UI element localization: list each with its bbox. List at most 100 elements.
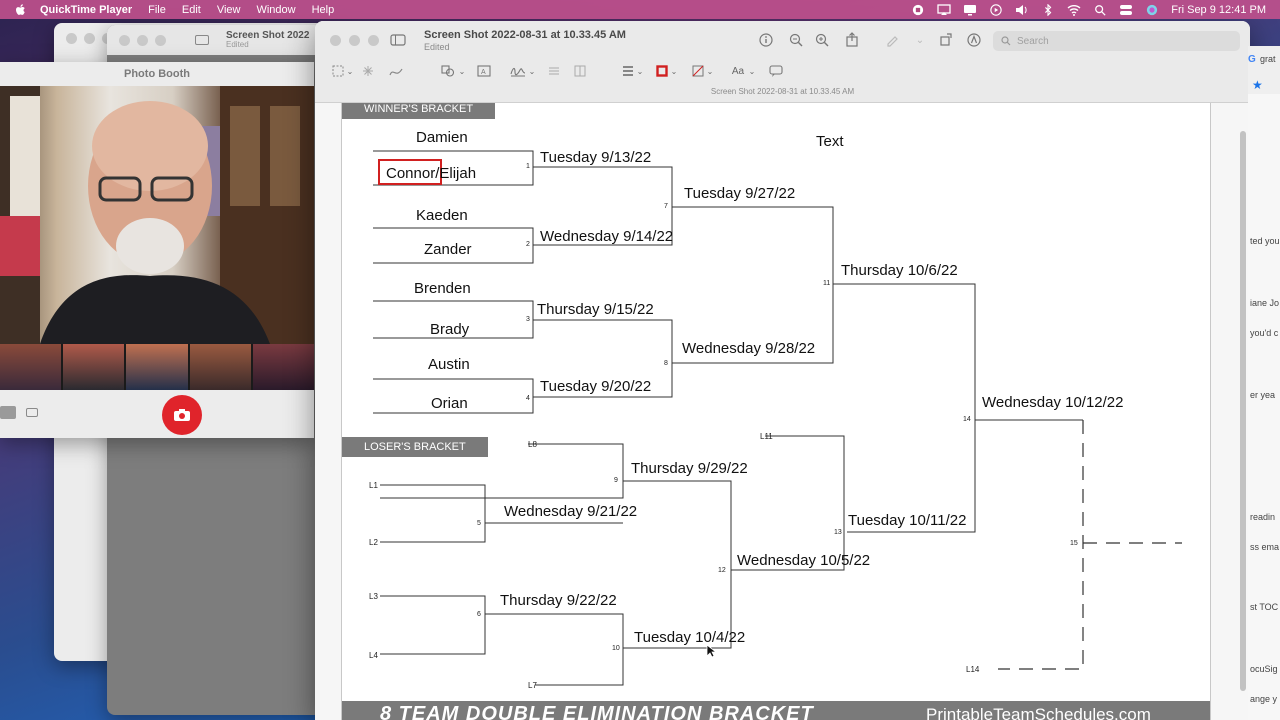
camera-shutter-button[interactable] — [162, 395, 202, 435]
photo-booth-title: Photo Booth — [124, 68, 190, 80]
preview-toolbar: Screen Shot 2022-08-31 at 10.33.45 AM Ed… — [315, 21, 1250, 103]
thumbnail[interactable] — [63, 344, 125, 390]
team-name: Kaeden — [416, 207, 468, 224]
background-window-subtitle: Edited — [226, 40, 249, 49]
chevron-down-icon[interactable]: ⌄ — [665, 63, 683, 79]
preview-window-subtitle: Edited — [424, 42, 450, 52]
share-icon[interactable] — [843, 31, 861, 47]
play-circle-icon[interactable] — [989, 3, 1003, 16]
google-icon: G — [1248, 54, 1256, 65]
game-date: Tuesday 9/20/22 — [540, 378, 652, 395]
game-number: 15 — [1070, 540, 1078, 547]
display-icon[interactable] — [963, 4, 977, 16]
wifi-icon[interactable] — [1067, 4, 1081, 16]
apple-icon[interactable] — [14, 3, 28, 17]
close-button[interactable] — [330, 35, 341, 46]
photo-booth-controls — [0, 390, 314, 438]
game-number: 2 — [526, 241, 530, 248]
loser-label: L1 — [369, 481, 378, 490]
menu-view[interactable]: View — [217, 4, 241, 16]
game-number: 14 — [963, 416, 971, 423]
chevron-down-icon[interactable]: ⌄ — [523, 63, 541, 79]
search-icon — [1001, 36, 1011, 46]
chevron-down-icon[interactable]: ⌄ — [631, 63, 649, 79]
loser-label: L3 — [369, 592, 378, 601]
game-date: Thursday 9/15/22 — [537, 301, 654, 318]
text-annotation[interactable]: Text — [816, 133, 844, 150]
winners-bracket-label: WINNER'S BRACKET — [342, 103, 496, 119]
game-date: Thursday 9/29/22 — [631, 460, 748, 477]
document-canvas: WINNER'S BRACKET LOSER'S BRACKET Text Da… — [315, 103, 1250, 720]
chevron-down-icon[interactable]: ⌄ — [701, 63, 719, 79]
thumbnail[interactable] — [189, 344, 251, 390]
game-number: 9 — [614, 477, 618, 484]
email-fragment: readin — [1250, 512, 1276, 522]
zoom-in-icon[interactable] — [813, 32, 831, 48]
text-box-icon[interactable]: A — [475, 63, 493, 79]
menu-window[interactable]: Window — [256, 4, 295, 16]
team-name: Zander — [424, 241, 472, 258]
screen-mirroring-icon[interactable] — [937, 3, 951, 16]
annotate-icon[interactable] — [767, 63, 785, 79]
zoom-out-icon[interactable] — [787, 32, 805, 48]
instant-alpha-icon[interactable] — [359, 63, 377, 79]
photo-mode-icon[interactable] — [0, 406, 16, 419]
spotlight-search-icon[interactable] — [1093, 4, 1107, 16]
loser-label: L4 — [369, 651, 378, 660]
menu-file[interactable]: File — [148, 4, 166, 16]
game-number: 5 — [477, 520, 481, 527]
side-browser-window: G grat ★ ted you iane Jo you'd c er yea … — [1248, 46, 1280, 720]
tab-title-fragment[interactable]: grat — [1260, 54, 1276, 64]
zoom-button[interactable] — [368, 35, 379, 46]
search-field[interactable]: Search — [993, 31, 1240, 51]
email-fragment: st TOC — [1250, 602, 1279, 612]
sketch-icon[interactable] — [387, 63, 405, 79]
menubar-datetime[interactable]: Fri Sep 9 12:41 PM — [1171, 4, 1266, 16]
email-fragment: ocuSig — [1250, 664, 1278, 674]
game-date: Thursday 10/6/22 — [841, 262, 958, 279]
chevron-down-icon[interactable]: ⌄ — [743, 63, 761, 79]
menu-help[interactable]: Help — [312, 4, 335, 16]
bracket-footer-title: 8 TEAM DOUBLE ELIMINATION BRACKET — [380, 703, 814, 720]
chevron-down-icon[interactable]: ⌄ — [341, 63, 359, 79]
chevron-down-icon[interactable]: ⌄ — [453, 63, 471, 79]
star-icon[interactable]: ★ — [1252, 78, 1263, 92]
menu-edit[interactable]: Edit — [182, 4, 201, 16]
info-icon[interactable] — [757, 32, 775, 48]
adjust-size-icon[interactable] — [571, 63, 589, 79]
minimize-button[interactable] — [349, 35, 360, 46]
thumbnail[interactable] — [0, 344, 62, 390]
sidebar-toggle-icon[interactable] — [195, 35, 209, 45]
rotate-icon[interactable] — [937, 32, 955, 48]
game-date: Wednesday 10/12/22 — [982, 394, 1124, 411]
team-name: Austin — [428, 356, 470, 373]
adjust-color-icon[interactable] — [545, 63, 563, 79]
camera-preview — [0, 86, 314, 344]
svg-text:A: A — [481, 69, 486, 76]
game-number: 13 — [834, 529, 842, 536]
game-date: Wednesday 9/21/22 — [504, 503, 638, 520]
game-number: 12 — [718, 567, 726, 574]
thumbnail[interactable] — [252, 344, 314, 390]
markup-icon[interactable] — [965, 32, 983, 48]
loser-label: L7 — [528, 681, 537, 690]
sidebar-toggle-icon[interactable] — [389, 32, 407, 48]
vertical-scrollbar[interactable] — [1240, 131, 1246, 691]
email-fragment: ange y — [1250, 694, 1278, 704]
game-number: 8 — [664, 360, 668, 367]
menu-app-name[interactable]: QuickTime Player — [40, 4, 132, 16]
thumbnail[interactable] — [126, 344, 188, 390]
game-number: 6 — [477, 611, 481, 618]
chevron-down-icon[interactable]: ⌄ — [911, 32, 929, 48]
siri-icon[interactable] — [1145, 4, 1159, 16]
record-stop-icon[interactable] — [911, 4, 925, 16]
volume-icon[interactable] — [1015, 4, 1029, 16]
email-fragment: er yea — [1250, 390, 1276, 400]
loser-label: L2 — [369, 538, 378, 547]
video-mode-icon[interactable] — [26, 408, 38, 417]
control-center-icon[interactable] — [1119, 4, 1133, 16]
bluetooth-icon[interactable] — [1041, 3, 1055, 16]
highlight-icon[interactable] — [883, 32, 901, 48]
loser-label: L8 — [528, 440, 537, 449]
game-date: Wednesday 9/14/22 — [540, 228, 674, 245]
